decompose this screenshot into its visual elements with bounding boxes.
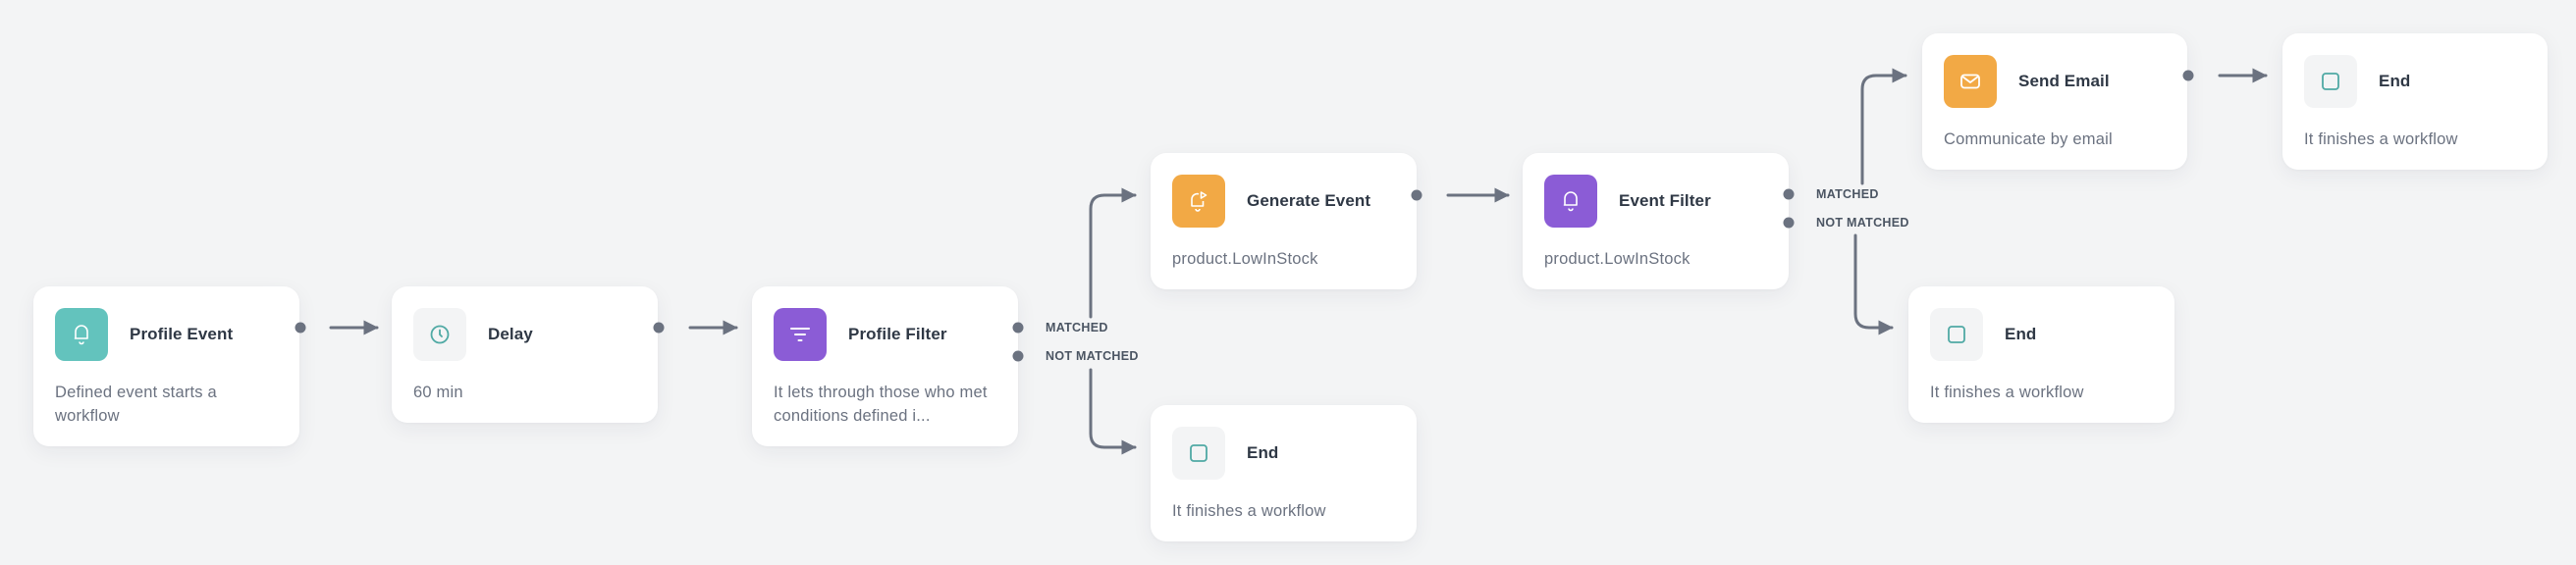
branch-label-matched: MATCHED [1046, 321, 1108, 334]
node-end-3[interactable]: End It finishes a workflow [1908, 286, 2174, 423]
output-port-matched[interactable] [1012, 322, 1024, 334]
output-port-not-matched[interactable] [1783, 217, 1795, 229]
envelope-icon [1944, 55, 1997, 108]
edge-event-filter-matched [1860, 68, 1907, 185]
branch-label-not-matched: NOT MATCHED [1816, 216, 1909, 230]
output-port-not-matched[interactable] [1012, 350, 1024, 362]
node-title: End [1247, 443, 1279, 462]
node-description: Defined event starts a workflow [55, 384, 217, 425]
edge-profile-filter-matched [1089, 187, 1137, 319]
node-description: 60 min [413, 384, 463, 401]
node-profile-event[interactable]: Profile Event Defined event starts a wor… [33, 286, 299, 446]
bell-play-icon [1172, 175, 1225, 228]
node-delay[interactable]: Delay 60 min [392, 286, 658, 423]
node-title: Profile Event [130, 325, 234, 343]
node-end-2[interactable]: End It finishes a workflow [2282, 33, 2548, 170]
node-description: It lets through those who met conditions… [774, 384, 988, 425]
node-description: It finishes a workflow [1930, 384, 2084, 401]
node-description: It finishes a workflow [2304, 130, 2458, 148]
node-title: Delay [488, 325, 533, 343]
output-port[interactable] [653, 322, 665, 334]
node-end-1[interactable]: End It finishes a workflow [1151, 405, 1417, 541]
node-title: Send Email [2018, 72, 2110, 90]
node-generate-event[interactable]: Generate Event product.LowInStock [1151, 153, 1417, 289]
node-description: Communicate by email [1944, 130, 2113, 148]
node-profile-filter[interactable]: Profile Filter It lets through those who… [752, 286, 1018, 446]
node-description: It finishes a workflow [1172, 502, 1326, 520]
clock-icon [413, 308, 466, 361]
node-description: product.LowInStock [1544, 250, 1690, 268]
output-port[interactable] [295, 322, 306, 334]
node-title: End [2379, 72, 2411, 90]
workflow-canvas[interactable]: Profile Event Defined event starts a wor… [0, 0, 2576, 565]
node-title: End [2005, 325, 2037, 343]
output-port[interactable] [2182, 70, 2194, 81]
bell-icon [1544, 175, 1597, 228]
edge-profile-filter-not-matched [1089, 368, 1137, 455]
node-event-filter[interactable]: Event Filter product.LowInStock [1523, 153, 1789, 289]
output-port-matched[interactable] [1783, 188, 1795, 200]
node-title: Profile Filter [848, 325, 947, 343]
node-description: product.LowInStock [1172, 250, 1318, 268]
output-port[interactable] [1411, 189, 1422, 201]
filter-icon [774, 308, 827, 361]
branch-label-matched: MATCHED [1816, 187, 1879, 201]
node-title: Event Filter [1619, 191, 1711, 210]
node-send-email[interactable]: Send Email Communicate by email [1922, 33, 2187, 170]
square-icon [1930, 308, 1983, 361]
branch-label-not-matched: NOT MATCHED [1046, 349, 1139, 363]
edge-event-filter-not-matched [1853, 233, 1894, 335]
square-icon [1172, 427, 1225, 480]
square-icon [2304, 55, 2357, 108]
node-title: Generate Event [1247, 191, 1371, 210]
bell-icon [55, 308, 108, 361]
